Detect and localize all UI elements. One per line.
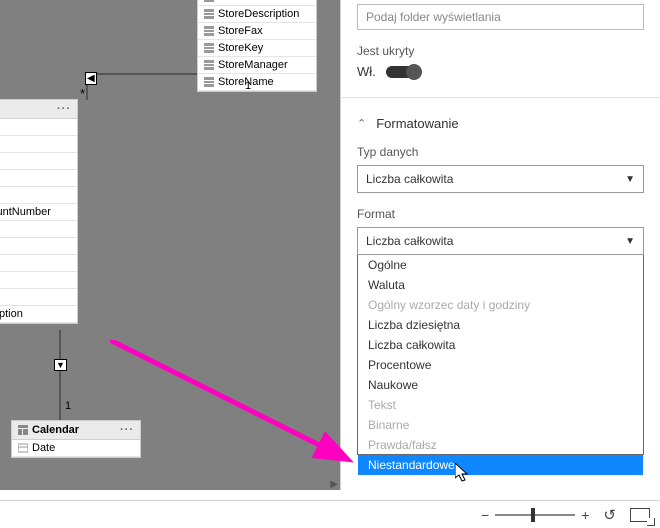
more-icon[interactable]: ··· bbox=[57, 103, 71, 115]
table-field[interactable]: StoreManager bbox=[198, 57, 316, 74]
status-bar: − + ↺ bbox=[0, 500, 660, 528]
chevron-up-icon: ⌃ bbox=[357, 117, 366, 130]
zoom-track[interactable] bbox=[495, 514, 575, 516]
reset-zoom-button[interactable]: ↺ bbox=[603, 506, 616, 524]
table-header[interactable]: ··· bbox=[0, 100, 77, 119]
cardinality-one: 1 bbox=[245, 80, 251, 92]
table-card-store[interactable]: Status StoreDescription StoreFax StoreKe… bbox=[197, 0, 317, 92]
dropdown-option: Ogólny wzorzec daty i godziny bbox=[358, 295, 643, 315]
table-field[interactable]: ufacturer bbox=[0, 255, 77, 272]
table-field[interactable]: Date bbox=[12, 440, 140, 457]
table-name: Calendar bbox=[32, 424, 79, 436]
calendar-icon bbox=[18, 443, 28, 453]
table-field[interactable]: omerAccountNumber bbox=[0, 204, 77, 221]
field-icon bbox=[204, 0, 214, 2]
zoom-out-button[interactable]: − bbox=[481, 507, 489, 523]
dropdown-option[interactable]: Liczba dziesiętna bbox=[358, 315, 643, 335]
table-field[interactable]: StoreName bbox=[198, 74, 316, 91]
dropdown-option: Binarne bbox=[358, 415, 643, 435]
formatting-section-header[interactable]: ⌃ Formatowanie bbox=[357, 116, 644, 131]
toggle-state-text: Wł. bbox=[357, 64, 376, 79]
dropdown-option: Prawda/fałsz bbox=[358, 435, 643, 455]
format-label: Format bbox=[357, 207, 644, 221]
dropdown-option[interactable]: Waluta bbox=[358, 275, 643, 295]
caret-down-icon: ▼ bbox=[625, 236, 635, 247]
table-field[interactable]: gory bbox=[0, 136, 77, 153]
is-hidden-toggle[interactable] bbox=[386, 66, 420, 78]
field-icon bbox=[204, 9, 214, 19]
cardinality-many: * bbox=[80, 86, 85, 101]
relationship-direction-icon bbox=[85, 68, 97, 86]
field-label: StoreFax bbox=[218, 25, 263, 37]
field-label: Date bbox=[32, 442, 55, 454]
field-label: ductDescription bbox=[0, 308, 23, 320]
is-hidden-label: Jest ukryty bbox=[357, 44, 644, 58]
dropdown-option-highlighted[interactable]: Niestandardowe bbox=[358, 455, 643, 475]
table-field[interactable]: d Name bbox=[0, 119, 77, 136]
table-field[interactable]: ductDescription bbox=[0, 306, 77, 323]
field-label: StoreKey bbox=[218, 42, 263, 54]
table-field[interactable]: dID bbox=[0, 238, 77, 255]
zoom-in-button[interactable]: + bbox=[581, 507, 589, 523]
toggle-thumb bbox=[406, 64, 422, 80]
select-value: Liczba całkowita bbox=[366, 172, 453, 186]
field-label: StoreDescription bbox=[218, 8, 299, 20]
field-icon bbox=[204, 77, 214, 87]
scroll-right-icon[interactable]: ▶ bbox=[330, 479, 338, 490]
fit-to-page-button[interactable] bbox=[630, 508, 650, 522]
placeholder-text: Podaj folder wyświetlania bbox=[366, 10, 501, 24]
table-field[interactable]: ght bbox=[0, 221, 77, 238]
field-icon bbox=[204, 26, 214, 36]
zoom-slider[interactable]: − + bbox=[481, 507, 589, 523]
relationship-line[interactable] bbox=[86, 73, 197, 75]
table-field[interactable]: StoreFax bbox=[198, 23, 316, 40]
select-value: Liczba całkowita bbox=[366, 234, 453, 248]
table-field[interactable]: erDate bbox=[0, 289, 77, 306]
zoom-thumb[interactable] bbox=[531, 508, 535, 522]
data-type-select[interactable]: Liczba całkowita ▼ bbox=[357, 165, 644, 193]
dropdown-option[interactable]: Liczba całkowita bbox=[358, 335, 643, 355]
format-select[interactable]: Liczba całkowita ▼ bbox=[357, 227, 644, 255]
dropdown-option[interactable]: Procentowe bbox=[358, 355, 643, 375]
table-field[interactable]: StoreDescription bbox=[198, 6, 316, 23]
model-diagram-canvas[interactable]: Status StoreDescription StoreFax StoreKe… bbox=[0, 0, 340, 490]
relationship-line[interactable] bbox=[59, 330, 61, 420]
table-header[interactable]: Calendar ··· bbox=[12, 421, 140, 440]
field-label: omerAccountNumber bbox=[0, 206, 51, 218]
more-icon[interactable]: ··· bbox=[120, 424, 134, 436]
field-icon bbox=[204, 43, 214, 53]
cardinality-one: 1 bbox=[65, 400, 71, 412]
table-field[interactable]: or bbox=[0, 170, 77, 187]
section-title: Formatowanie bbox=[376, 116, 458, 131]
data-type-label: Typ danych bbox=[357, 145, 644, 159]
table-icon bbox=[18, 425, 28, 435]
caret-down-icon: ▼ bbox=[625, 174, 635, 185]
dropdown-option[interactable]: Ogólne bbox=[358, 255, 643, 275]
table-field[interactable]: IT bbox=[0, 272, 77, 289]
canvas-border bbox=[0, 490, 340, 492]
format-dropdown: Ogólne Waluta Ogólny wzorzec daty i godz… bbox=[357, 255, 644, 455]
table-field[interactable]: StoreKey bbox=[198, 40, 316, 57]
field-label: StoreManager bbox=[218, 59, 288, 71]
table-field[interactable]: ntry bbox=[0, 187, 77, 204]
field-icon bbox=[204, 60, 214, 70]
divider bbox=[341, 97, 660, 98]
display-folder-input[interactable]: Podaj folder wyświetlania bbox=[357, 4, 644, 30]
properties-pane: Podaj folder wyświetlania Jest ukryty Wł… bbox=[340, 0, 660, 490]
field-label: Status bbox=[218, 0, 249, 3]
table-field[interactable]: t bbox=[0, 153, 77, 170]
dropdown-option: Tekst bbox=[358, 395, 643, 415]
relationship-direction-icon bbox=[54, 355, 67, 373]
table-card-product[interactable]: ··· d Name gory t or ntry omerAccountNum… bbox=[0, 99, 78, 324]
dropdown-option[interactable]: Naukowe bbox=[358, 375, 643, 395]
table-card-calendar[interactable]: Calendar ··· Date bbox=[11, 420, 141, 458]
